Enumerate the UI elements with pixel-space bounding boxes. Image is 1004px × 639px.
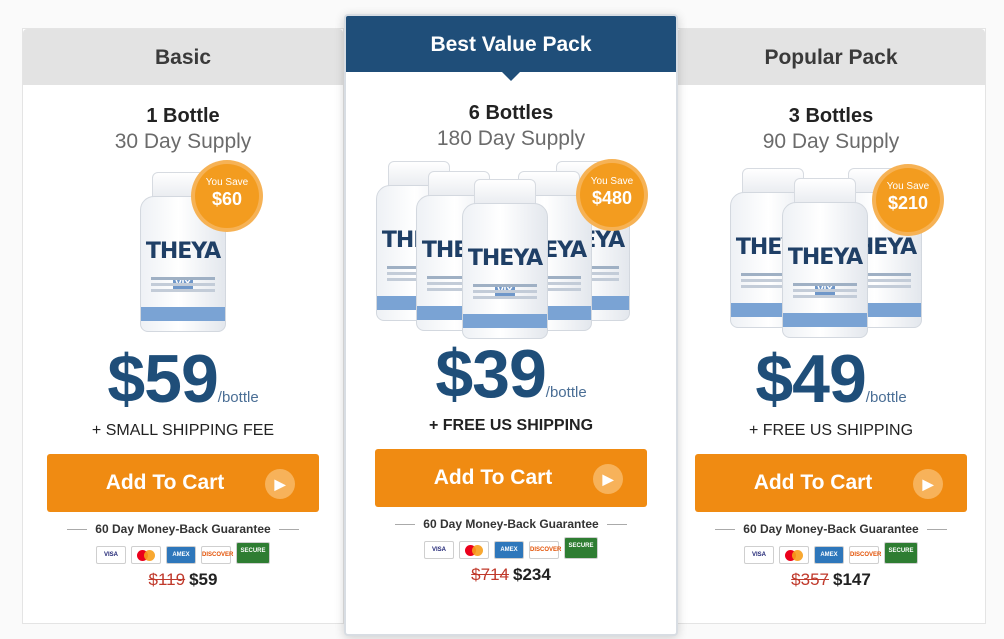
- bottle-quantity: 6 Bottles: [468, 102, 554, 124]
- product-image: THEYA VIX You Save $60: [93, 158, 273, 338]
- shipping-note: + FREE US SHIPPING: [748, 422, 914, 439]
- supply-duration: 180 Day Supply: [436, 127, 586, 150]
- pricing-card-popular: Popular Pack 3 Bottles 90 Day Supply THE…: [676, 28, 986, 624]
- bottle-quantity: 1 Bottle: [146, 105, 220, 127]
- original-total: $714: [471, 565, 509, 584]
- card-header: Popular Pack: [677, 29, 985, 85]
- discounted-total: $59: [189, 570, 218, 589]
- visa-icon: VISA: [96, 546, 126, 564]
- price-per-bottle: $49/bottle: [755, 341, 907, 417]
- secure-badge-icon: SECURE: [564, 537, 598, 559]
- discover-icon: DISCOVER: [201, 546, 233, 564]
- mastercard-icon: [779, 546, 809, 564]
- payment-icons: VISA AMEX DISCOVER SECURE: [346, 537, 676, 559]
- money-back-guarantee: 60 Day Money-Back Guarantee: [23, 522, 343, 536]
- pricing-card-basic: Basic 1 Bottle 30 Day Supply THEYA VIX Y…: [22, 28, 344, 624]
- discover-icon: DISCOVER: [849, 546, 881, 564]
- amex-icon: AMEX: [814, 546, 844, 564]
- savings-badge: You Save $210: [876, 168, 940, 232]
- bottle-image: THEYA VIX: [782, 178, 868, 338]
- visa-icon: VISA: [424, 541, 454, 559]
- pricing-section: Basic 1 Bottle 30 Day Supply THEYA VIX Y…: [0, 0, 1004, 639]
- shipping-note: + SMALL SHIPPING FEE: [91, 422, 275, 439]
- play-arrow-icon: ▶: [593, 464, 623, 494]
- card-header: Basic: [23, 29, 343, 85]
- total-price: $714 $234: [346, 565, 676, 585]
- supply-duration: 90 Day Supply: [762, 130, 900, 153]
- savings-badge: You Save $60: [195, 164, 259, 228]
- money-back-guarantee: 60 Day Money-Back Guarantee: [346, 517, 676, 531]
- add-to-cart-button[interactable]: Add To Cart ▶: [695, 454, 967, 512]
- original-total: $119: [148, 570, 186, 589]
- total-price: $357 $147: [677, 570, 985, 590]
- amex-icon: AMEX: [494, 541, 524, 559]
- discounted-total: $234: [513, 565, 551, 584]
- supply-duration: 30 Day Supply: [114, 130, 252, 153]
- discover-icon: DISCOVER: [529, 541, 561, 559]
- price-per-bottle: $59/bottle: [107, 341, 259, 417]
- money-back-guarantee: 60 Day Money-Back Guarantee: [677, 522, 985, 536]
- savings-badge: You Save $480: [580, 163, 644, 227]
- payment-icons: VISA AMEX DISCOVER SECURE: [677, 542, 985, 564]
- add-to-cart-button[interactable]: Add To Cart ▶: [375, 449, 647, 507]
- product-image: THEYA THEYA THEYA THEYA THEYA VIX You Sa…: [366, 155, 656, 339]
- shipping-note: + FREE US SHIPPING: [428, 417, 594, 434]
- secure-badge-icon: SECURE: [884, 542, 918, 564]
- play-arrow-icon: ▶: [913, 469, 943, 499]
- mastercard-icon: [131, 546, 161, 564]
- original-total: $357: [791, 570, 829, 589]
- card-header: Best Value Pack: [346, 16, 676, 81]
- add-to-cart-button[interactable]: Add To Cart ▶: [47, 454, 319, 512]
- secure-badge-icon: SECURE: [236, 542, 270, 564]
- product-image: THEYA THEYA THEYA VIX You Save $210: [716, 158, 946, 338]
- total-price: $119 $59: [23, 570, 343, 590]
- price-per-bottle: $39/bottle: [435, 336, 587, 412]
- bottle-quantity: 3 Bottles: [788, 105, 874, 127]
- visa-icon: VISA: [744, 546, 774, 564]
- amex-icon: AMEX: [166, 546, 196, 564]
- discounted-total: $147: [833, 570, 871, 589]
- mastercard-icon: [459, 541, 489, 559]
- play-arrow-icon: ▶: [265, 469, 295, 499]
- pricing-card-best-value: Best Value Pack 6 Bottles 180 Day Supply…: [344, 14, 678, 636]
- payment-icons: VISA AMEX DISCOVER SECURE: [23, 542, 343, 564]
- bottle-image: THEYA VIX: [462, 179, 548, 339]
